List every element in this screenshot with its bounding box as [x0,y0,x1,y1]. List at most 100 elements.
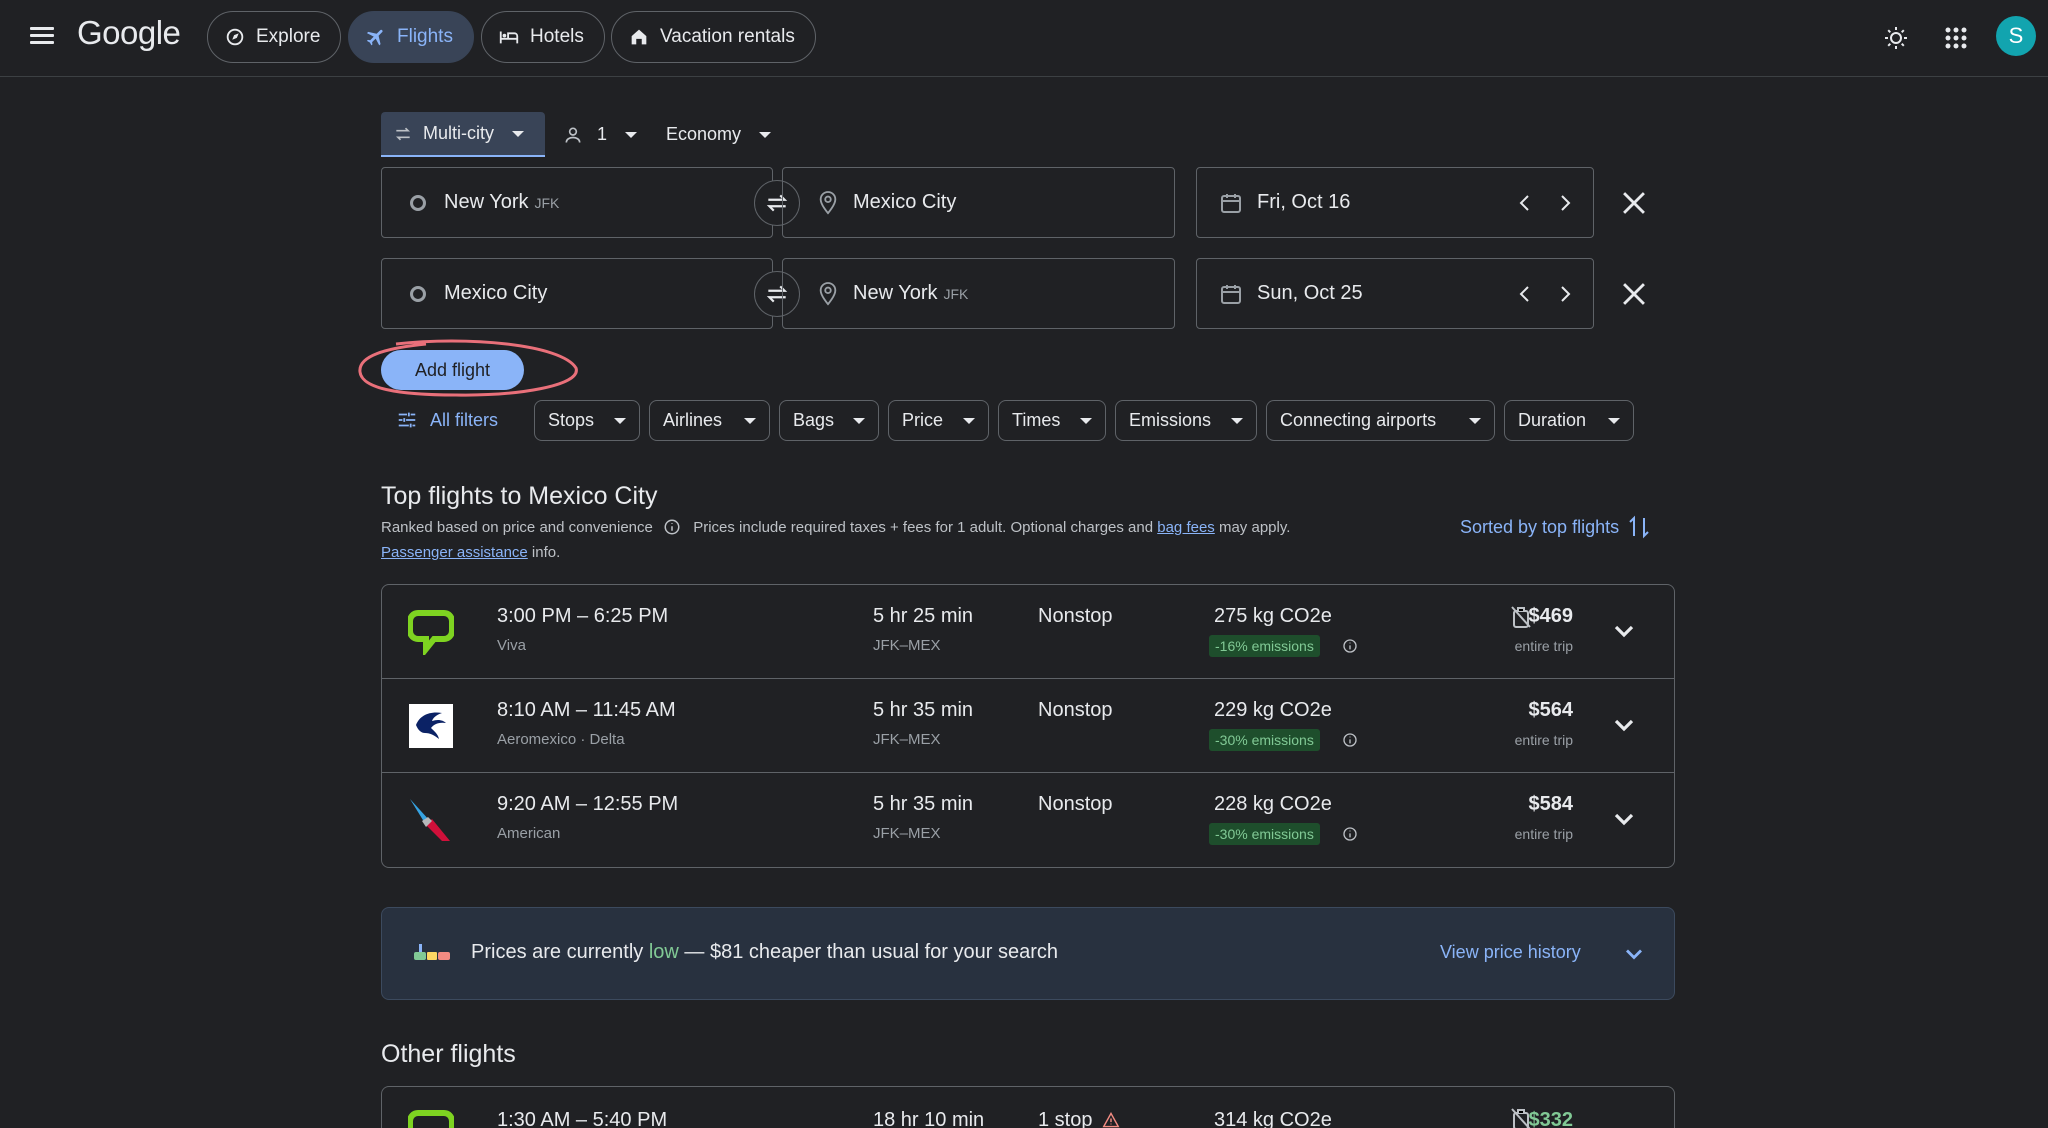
bag-fees-link[interactable]: bag fees [1157,519,1215,536]
all-filters-button[interactable]: All filters [396,400,498,440]
filter-airlines[interactable]: Airlines [649,400,770,441]
filter-duration[interactable]: Duration [1504,400,1634,441]
flight-times: 3:00 PM – 6:25 PM [497,605,669,627]
chevron-right-icon[interactable] [1553,191,1577,215]
chevron-down-icon[interactable] [1620,940,1648,968]
filter-duration-label: Duration [1518,410,1587,430]
flight-row[interactable]: 3:00 PM – 6:25 PM Viva 5 hr 25 min JFK–M… [382,585,1674,679]
price-insight-message: Prices are currently low — $81 cheaper t… [471,941,1058,964]
filter-bags-label: Bags [793,410,835,430]
sort-button[interactable]: Sorted by top flights [1460,514,1651,540]
filter-times[interactable]: Times [998,400,1106,441]
leg1-destination-field[interactable]: Mexico City [782,167,1175,238]
expand-chevron-icon[interactable] [1608,803,1640,835]
flight-row[interactable]: 9:20 AM – 12:55 PM American 5 hr 35 min … [382,773,1674,867]
flight-price: $584 [1528,793,1574,815]
co2-value: 229 kg CO2e [1214,699,1332,721]
flight-duration: 18 hr 10 min [873,1109,985,1128]
info-icon[interactable] [1342,638,1358,654]
expand-chevron-icon[interactable] [1608,615,1640,647]
aeromexico-airline-logo [409,704,453,748]
swap-arrows-icon [395,127,411,140]
leg2-destination-field[interactable]: New York JFK [782,258,1175,329]
tab-hotels[interactable]: Hotels [481,11,605,63]
emissions-badge: -30% emissions [1209,823,1320,845]
bed-icon [499,31,519,44]
filter-airlines-label: Airlines [663,410,723,430]
filter-emissions[interactable]: Emissions [1115,400,1257,441]
tab-flights[interactable]: Flights [348,11,474,63]
flight-duration: 5 hr 25 min [873,605,974,627]
filter-connecting-airports[interactable]: Connecting airports [1266,400,1495,441]
flight-stops: Nonstop [1038,605,1113,627]
chevron-left-icon[interactable] [1513,282,1537,306]
insight-prefix: Prices are currently [471,941,644,963]
flight-route: JFK–MEX [873,637,941,654]
ranking-text: Ranked based on price and convenience [381,519,653,536]
passengers-select[interactable]: 1 [563,112,638,157]
tune-icon [398,412,416,428]
flight-route: JFK–MEX [873,731,941,748]
view-price-history-link[interactable]: View price history [1440,942,1581,963]
other-flights-list: 1:30 AM – 5:40 PM 18 hr 10 min 1 stop 31… [381,1086,1675,1128]
theme-toggle-icon[interactable] [1880,22,1912,54]
leg1-destination-city: Mexico City [853,191,957,213]
chevron-down-icon [963,417,975,424]
info-icon[interactable] [663,518,681,536]
location-pin-icon [819,190,837,214]
info-icon[interactable] [1342,826,1358,842]
chevron-down-icon [1469,417,1481,424]
filter-emissions-label: Emissions [1129,410,1212,430]
leg2-destination-city: New York [853,282,938,304]
flight-route: JFK–MEX [873,825,941,842]
filter-times-label: Times [1012,410,1061,430]
chevron-down-icon [512,130,524,137]
price-type: entire trip [1514,826,1573,842]
tab-flights-label: Flights [397,26,453,47]
chevron-down-icon [625,131,638,138]
flight-row[interactable]: 8:10 AM – 11:45 AM Aeromexico · Delta 5 … [382,679,1674,773]
calendar-icon [1221,284,1241,304]
american-airline-logo [410,799,450,841]
price-insight-banner: Prices are currently low — $81 cheaper t… [381,907,1675,1000]
google-logo[interactable]: Google [77,14,181,52]
apps-grid-icon[interactable] [1940,22,1972,54]
leg2-date-value: Sun, Oct 25 [1257,282,1363,304]
info-icon[interactable] [1342,732,1358,748]
flight-times: 1:30 AM – 5:40 PM [497,1109,668,1128]
assistance-note: Passenger assistance info. [381,544,560,561]
filter-stops[interactable]: Stops [534,400,640,441]
remove-leg2-icon[interactable] [1617,277,1651,311]
filter-price[interactable]: Price [888,400,989,441]
tab-hotels-label: Hotels [530,26,584,47]
cabin-class-select[interactable]: Economy [666,112,772,157]
leg2-destination-code: JFK [943,285,969,302]
tab-vacation-rentals[interactable]: Vacation rentals [611,11,816,63]
leg2-date-field[interactable]: Sun, Oct 25 [1196,258,1594,329]
filter-connecting-airports-label: Connecting airports [1280,410,1437,430]
trip-type-select[interactable]: Multi-city [381,112,545,157]
price-type: entire trip [1514,732,1573,748]
flight-stops: Nonstop [1038,793,1113,815]
flight-times: 9:20 AM – 12:55 PM [497,793,679,815]
account-avatar[interactable]: S [1996,16,2036,56]
main-menu-icon[interactable] [28,24,56,48]
top-flights-title: Top flights to Mexico City [381,482,658,510]
expand-chevron-icon[interactable] [1608,709,1640,741]
leg2-origin-field[interactable]: Mexico City [381,258,773,329]
chevron-right-icon[interactable] [1553,282,1577,306]
leg1-origin-field[interactable]: New York JFK [381,167,773,238]
flight-row[interactable]: 1:30 AM – 5:40 PM 18 hr 10 min 1 stop 31… [382,1087,1674,1128]
remove-leg1-icon[interactable] [1617,186,1651,220]
filter-bags[interactable]: Bags [779,400,879,441]
add-flight-button[interactable]: Add flight [381,350,524,390]
tab-explore[interactable]: Explore [207,11,342,63]
flight-price: $469 [1528,605,1574,627]
chevron-down-icon [759,131,772,138]
co2-value: 314 kg CO2e [1214,1109,1332,1128]
chevron-down-icon [1231,417,1243,424]
passenger-assistance-link[interactable]: Passenger assistance [381,544,528,561]
origin-ring-icon [410,285,426,302]
chevron-left-icon[interactable] [1513,191,1537,215]
leg1-date-field[interactable]: Fri, Oct 16 [1196,167,1594,238]
